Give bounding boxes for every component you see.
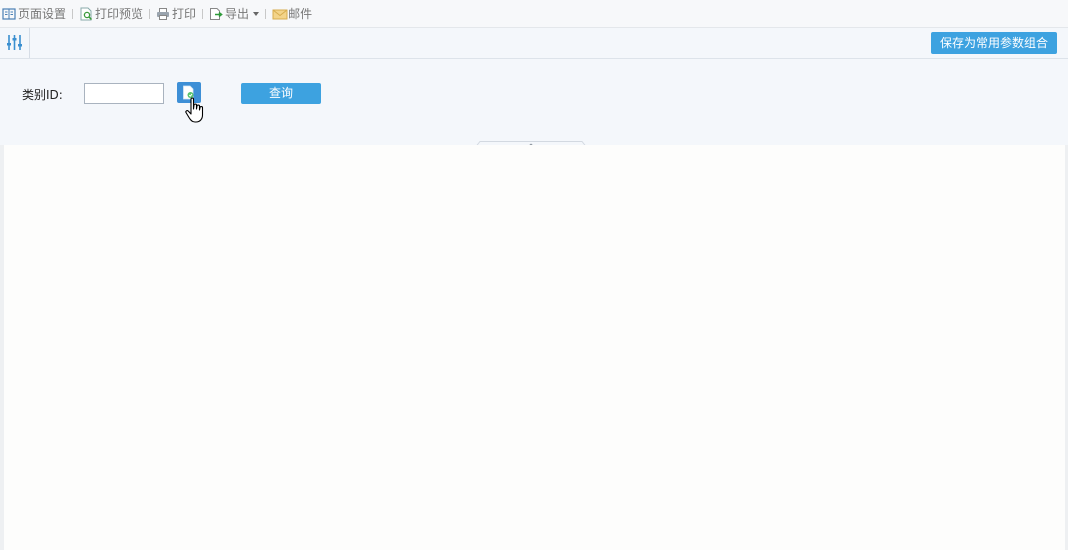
- chevron-down-icon[interactable]: [253, 11, 260, 16]
- report-toolbar: 页面设置 打印预览 打印 导出 邮件: [0, 0, 1068, 28]
- hand-cursor-icon: [185, 97, 207, 125]
- printer-icon: [156, 7, 170, 21]
- print-preview-icon: [79, 7, 93, 21]
- print-label: 打印: [172, 7, 197, 21]
- page-setup-label: 页面设置: [18, 7, 67, 21]
- category-id-label: 类别ID:: [22, 88, 63, 102]
- toolbar-divider: [72, 8, 74, 19]
- mail-label: 邮件: [288, 7, 313, 21]
- print-preview-label: 打印预览: [95, 7, 144, 21]
- mail-icon: [272, 7, 288, 21]
- export-icon: [209, 7, 223, 21]
- export-label: 导出: [225, 7, 250, 21]
- parameter-panel-toggle[interactable]: [0, 28, 30, 58]
- parameter-header: 保存为常用参数组合: [0, 28, 1068, 59]
- report-content-area: [0, 145, 1068, 550]
- toolbar-divider: [149, 8, 151, 19]
- mail-button[interactable]: 邮件: [270, 0, 314, 27]
- left-border: [0, 145, 4, 550]
- parameter-form: 类别ID: 查询: [0, 59, 1068, 150]
- category-id-input[interactable]: [84, 83, 164, 104]
- save-parameter-combination-button[interactable]: 保存为常用参数组合: [930, 32, 1057, 54]
- query-button[interactable]: 查询: [241, 83, 321, 104]
- print-button[interactable]: 打印: [154, 0, 198, 27]
- page-setup-icon: [2, 7, 16, 21]
- toolbar-divider: [265, 8, 267, 19]
- sliders-icon: [6, 34, 23, 54]
- print-preview-button[interactable]: 打印预览: [77, 0, 145, 27]
- export-button[interactable]: 导出: [207, 0, 261, 27]
- page-setup-button[interactable]: 页面设置: [0, 0, 68, 27]
- toolbar-divider: [202, 8, 204, 19]
